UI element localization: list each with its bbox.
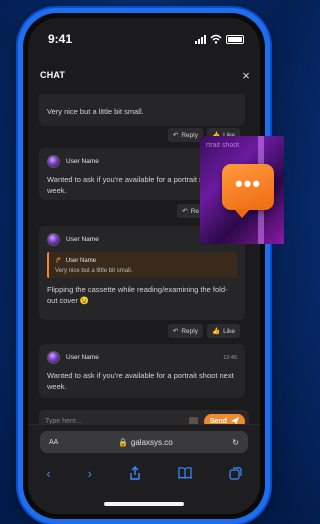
chat-title: CHAT (40, 70, 66, 80)
message-header: User Name 12:45 (47, 351, 237, 364)
message-text: Very nice but a little bit small. (47, 107, 144, 116)
tabs-icon[interactable] (228, 466, 242, 480)
wifi-icon (210, 34, 222, 44)
reload-icon[interactable]: ↻ (232, 438, 239, 447)
home-indicator (104, 502, 184, 506)
phone-bezel: 9:41 CHAT × Very nice but a little bit s… (23, 13, 265, 519)
browser-toolbar: ‹ › (28, 465, 260, 481)
phone-frame: 9:41 CHAT × Very nice but a little bit s… (18, 8, 270, 524)
neon-text: rtrait shoot (206, 142, 240, 149)
chat-bubble-icon: ••• (222, 164, 274, 218)
reply-arrow-icon: ↱ (55, 256, 62, 265)
user-name: User Name (66, 158, 99, 165)
message-actions: ↶ Reply 👍 Like (167, 324, 240, 338)
reply-icon: ↶ (172, 132, 179, 139)
avatar[interactable] (47, 351, 60, 364)
text-size-button[interactable]: AA (49, 439, 58, 446)
avatar[interactable] (47, 155, 60, 168)
reply-icon: ↶ (172, 328, 179, 335)
quoted-user-name: User Name (65, 257, 97, 264)
browser-bar: AA 🔒 galaxsys.co ↻ ‹ › (28, 424, 260, 514)
thumbs-up-icon: 👍 (211, 328, 221, 335)
battery-icon (226, 34, 244, 44)
forward-icon[interactable]: › (88, 466, 92, 481)
status-time: 9:41 (48, 32, 73, 46)
phone-screen: 9:41 CHAT × Very nice but a little bit s… (28, 18, 260, 514)
chat-message: Very nice but a little bit small. (39, 94, 245, 126)
chat-header: CHAT × (28, 64, 260, 86)
signal-icon (195, 34, 206, 44)
message-text: Flipping the cassette while reading/exam… (47, 285, 228, 305)
user-name: User Name (66, 354, 99, 361)
chat-message: User Name 12:45 Wanted to ask if you're … (39, 344, 245, 398)
message-time: 12:45 (223, 354, 237, 361)
reply-icon: ↶ (182, 208, 188, 215)
back-icon[interactable]: ‹ (46, 466, 50, 481)
user-name: User Name (66, 236, 99, 243)
status-icons (195, 34, 244, 44)
like-button[interactable]: 👍 Like (206, 324, 240, 338)
avatar[interactable] (47, 233, 60, 246)
quoted-message[interactable]: ↱ User Name Very nice but a little bit s… (47, 252, 237, 278)
reply-button[interactable]: ↶ Reply (167, 324, 203, 338)
share-icon[interactable] (129, 466, 141, 480)
lock-icon: 🔒 (117, 437, 128, 447)
message-text: Wanted to ask if you're available for a … (47, 371, 234, 391)
ellipsis-icon: ••• (234, 171, 262, 196)
quoted-text: Very nice but a little bit small. (55, 268, 133, 274)
close-icon[interactable]: × (242, 68, 250, 83)
reply-button[interactable]: ↶ Reply (167, 128, 203, 142)
url-host: galaxsys.co (130, 437, 173, 447)
bookmarks-icon[interactable] (178, 467, 192, 479)
address-bar[interactable]: AA 🔒 galaxsys.co ↻ (40, 431, 248, 453)
status-bar: 9:41 (28, 30, 260, 48)
